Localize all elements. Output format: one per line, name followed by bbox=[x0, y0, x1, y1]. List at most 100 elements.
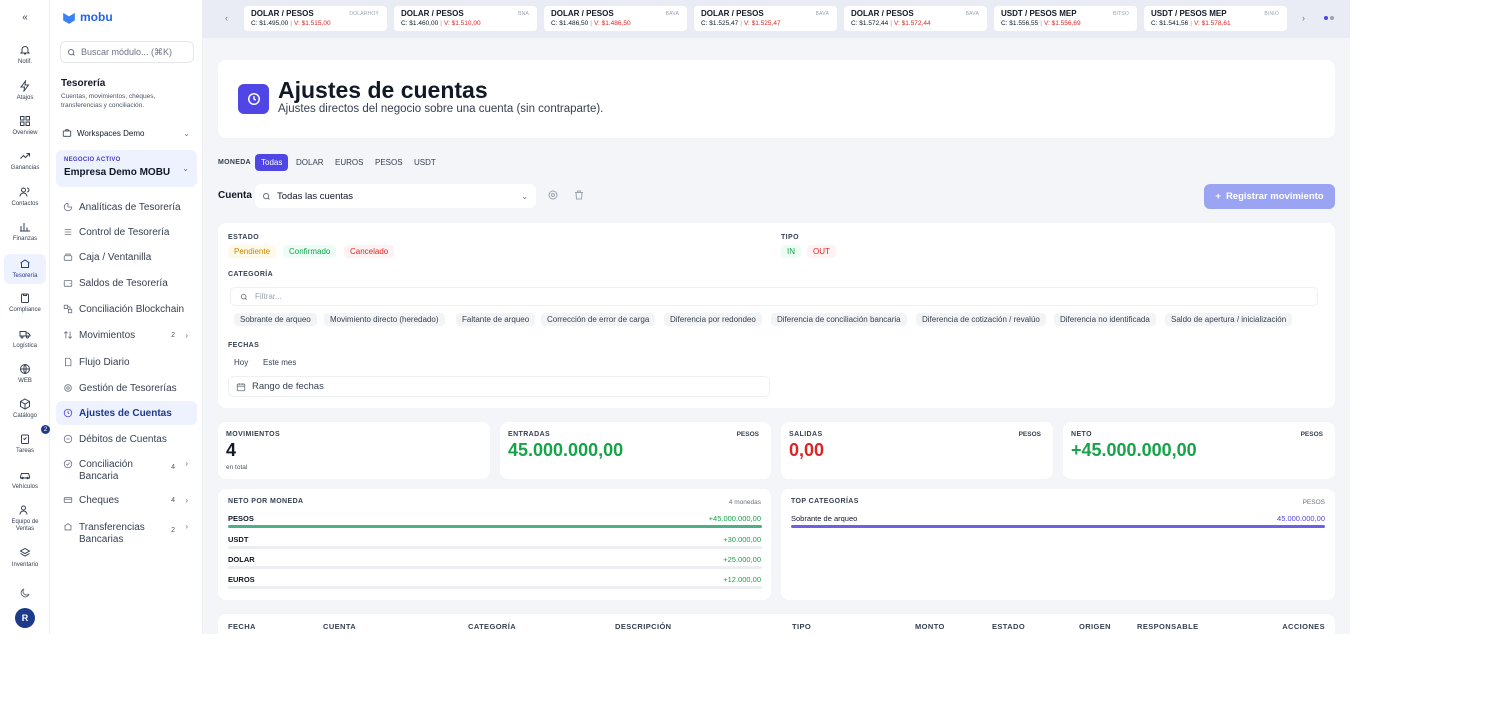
rail-item-catalogo[interactable]: Catálogo bbox=[0, 398, 50, 419]
ticker-card[interactable]: DOLAR / PESOS BAVA C: $1.572,44 | V: $1.572,… bbox=[844, 6, 987, 31]
sliders-icon bbox=[64, 229, 72, 235]
currency-row-value: +45.000.000,00 bbox=[708, 514, 761, 523]
nav-analiticas[interactable]: Analíticas de Tesorería bbox=[56, 195, 197, 219]
ticker-pager[interactable] bbox=[1324, 16, 1334, 20]
categoria-chip[interactable]: Diferencia de cotización / revalúo bbox=[916, 313, 1046, 326]
active-business-select[interactable]: NEGOCIO ACTIVO Empresa Demo MOBU ⌄ bbox=[56, 150, 197, 187]
ticker-card[interactable]: DOLAR / PESOS BAVA C: $1.486,50 | V: $1.486,… bbox=[544, 6, 687, 31]
th-descripcion[interactable]: DESCRIPCIÓN bbox=[615, 622, 672, 631]
rail-label: Notif. bbox=[17, 59, 32, 65]
currency-tab-pesos[interactable]: PESOS bbox=[375, 154, 403, 171]
currency-tab-dolar[interactable]: DOLAR bbox=[296, 154, 324, 171]
rail-item-compliance[interactable]: Compliance bbox=[0, 292, 50, 313]
trash-icon[interactable] bbox=[573, 189, 585, 201]
nav-transferencias[interactable]: Transferencias Bancarias 2 › bbox=[56, 518, 197, 550]
filters-panel: ESTADO Pendiente Confirmado Cancelado TI… bbox=[218, 223, 1335, 408]
tipo-chip-out[interactable]: OUT bbox=[807, 245, 836, 258]
ticker-card[interactable]: DOLAR / PESOS DOLARHOY C: $1.495,00 | V: $1.… bbox=[244, 6, 387, 31]
estado-chip-confirmado[interactable]: Confirmado bbox=[283, 245, 337, 258]
th-tipo[interactable]: TIPO bbox=[792, 622, 811, 631]
rail-item-notif[interactable]: Notif. bbox=[0, 44, 50, 65]
category-filter-input[interactable]: Filtrar... bbox=[230, 287, 1318, 306]
nav-flujo-diario[interactable]: Flujo Diario bbox=[56, 350, 197, 374]
nav-blockchain[interactable]: Conciliación Blockchain bbox=[56, 297, 197, 321]
estado-chip-cancelado[interactable]: Cancelado bbox=[344, 245, 395, 258]
th-categoria[interactable]: CATEGORÍA bbox=[468, 622, 516, 631]
rail-item-tesoreria[interactable]: Tesorería bbox=[4, 254, 46, 284]
ticker-card[interactable]: USDT / PESOS MEP BINIO C: $1.541,56 | V: $1.… bbox=[1144, 6, 1287, 31]
currency-tab-usdt[interactable]: USDT bbox=[414, 154, 436, 171]
clock-icon bbox=[63, 408, 73, 418]
th-origen[interactable]: ORIGEN bbox=[1079, 622, 1111, 631]
avatar[interactable]: R bbox=[15, 608, 35, 628]
categoria-chip[interactable]: Diferencia por redondeo bbox=[664, 313, 762, 326]
ticker-buy: C: $1.495,00 bbox=[251, 20, 289, 27]
categoria-chip[interactable]: Faltante de arqueo bbox=[456, 313, 536, 326]
rail-item-equipo-ventas[interactable]: Equipo de Ventas bbox=[0, 504, 50, 533]
categoria-chip[interactable]: Saldo de apertura / inicialización bbox=[1165, 313, 1293, 326]
rail-item-contactos[interactable]: Contactos bbox=[0, 186, 50, 207]
theme-toggle[interactable] bbox=[0, 587, 50, 602]
rail-item-logistica[interactable]: Logística bbox=[0, 328, 50, 349]
rail-item-finanzas[interactable]: Finanzas bbox=[0, 221, 50, 242]
fechas-label: FECHAS bbox=[228, 342, 260, 349]
ticker-prev-button[interactable]: ‹ bbox=[225, 13, 228, 23]
estado-chip-pendiente[interactable]: Pendiente bbox=[228, 245, 277, 258]
rail-item-vehiculos[interactable]: Vehículos bbox=[0, 469, 50, 490]
rail-item-tareas[interactable]: Tareas bbox=[0, 433, 50, 454]
module-search-input[interactable]: Buscar módulo... (⌘K) bbox=[60, 41, 194, 63]
stat-value: 4 bbox=[226, 440, 237, 460]
categoria-chip[interactable]: Diferencia de conciliación bancaria bbox=[771, 313, 907, 326]
chevron-right-icon: › bbox=[185, 495, 188, 505]
ticker-source: DOLARHOY bbox=[349, 11, 379, 17]
workspace-select[interactable]: Workspaces Demo ⌄ bbox=[62, 128, 190, 138]
currency-row-name: DOLAR bbox=[228, 555, 255, 564]
categoria-chip[interactable]: Diferencia no identificada bbox=[1054, 313, 1156, 326]
nav-label: Flujo Diario bbox=[79, 356, 130, 368]
currency-row-bar bbox=[228, 546, 762, 549]
ticker-pair: DOLAR / PESOS bbox=[851, 9, 914, 18]
nav-debitos[interactable]: Débitos de Cuentas bbox=[56, 427, 197, 451]
nav-control[interactable]: Control de Tesorería bbox=[56, 220, 197, 244]
nav-movimientos[interactable]: Movimientos 2 › bbox=[56, 323, 197, 347]
tasks-badge: 2 bbox=[41, 425, 50, 434]
rail-item-overview[interactable]: Overview bbox=[0, 115, 50, 136]
nav-cheques[interactable]: Cheques 4 › bbox=[56, 488, 197, 512]
nav-label: Conciliación Blockchain bbox=[79, 303, 185, 315]
nav-saldos[interactable]: Saldos de Tesorería bbox=[56, 271, 197, 295]
ticker-card[interactable]: USDT / PESOS MEP BITSO C: $1.556,55 | V: $1.… bbox=[994, 6, 1137, 31]
currency-tab-euros[interactable]: EUROS bbox=[335, 154, 363, 171]
ticker-card[interactable]: DOLAR / PESOS BNA C: $1.460,00 | V: $1.510,0… bbox=[394, 6, 537, 31]
register-movement-button[interactable]: + Registrar movimiento bbox=[1204, 184, 1335, 209]
ticker-card[interactable]: DOLAR / PESOS BAVA C: $1.525,47 | V: $1.525,… bbox=[694, 6, 837, 31]
categoria-chip[interactable]: Corrección de error de carga bbox=[541, 313, 656, 326]
th-cuenta[interactable]: CUENTA bbox=[323, 622, 356, 631]
tipo-chip-in[interactable]: IN bbox=[781, 245, 801, 258]
fecha-chip-hoy[interactable]: Hoy bbox=[228, 356, 255, 369]
th-monto[interactable]: MONTO bbox=[915, 622, 945, 631]
th-responsable[interactable]: RESPONSABLE bbox=[1137, 622, 1199, 631]
th-estado[interactable]: ESTADO bbox=[992, 622, 1025, 631]
fecha-chip-mes[interactable]: Este mes bbox=[257, 356, 303, 369]
rail-item-web[interactable]: WEB bbox=[0, 363, 50, 384]
rail-item-inventario[interactable]: Inventario bbox=[0, 547, 50, 568]
rail-item-ganancias[interactable]: Ganancias bbox=[0, 150, 50, 171]
nav-conciliacion-bancaria[interactable]: Conciliación Bancaria 4 › bbox=[56, 455, 197, 487]
categoria-chip[interactable]: Movimiento directo (heredado) bbox=[324, 313, 445, 326]
ticker-next-button[interactable]: › bbox=[1302, 13, 1305, 23]
nav-ajustes-cuentas[interactable]: Ajustes de Cuentas bbox=[56, 401, 197, 425]
account-select[interactable]: Todas las cuentas ⌄ bbox=[255, 184, 536, 208]
settings-icon[interactable] bbox=[547, 189, 559, 201]
date-range-picker[interactable]: Rango de fechas bbox=[228, 376, 770, 397]
nav-gestion[interactable]: Gestión de Tesorerías bbox=[56, 376, 197, 400]
categoria-chip[interactable]: Sobrante de arqueo bbox=[234, 313, 317, 326]
currency-tab-todas[interactable]: Todas bbox=[255, 154, 289, 171]
th-fecha[interactable]: FECHA bbox=[228, 622, 256, 631]
rail-item-atajos[interactable]: Atajos bbox=[0, 80, 50, 101]
th-acciones[interactable]: ACCIONES bbox=[1282, 622, 1325, 631]
rail-label: Overview bbox=[12, 130, 38, 136]
brand-logo[interactable]: mobu bbox=[62, 10, 113, 24]
collapse-button[interactable]: « bbox=[0, 12, 50, 23]
stat-label: NETO bbox=[1071, 431, 1092, 438]
nav-caja[interactable]: Caja / Ventanilla bbox=[56, 245, 197, 269]
